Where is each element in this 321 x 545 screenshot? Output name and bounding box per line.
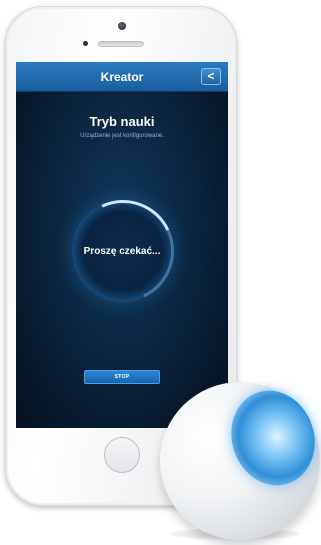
motion-sensor-device (160, 379, 321, 540)
sensor-lens (219, 379, 321, 497)
app-screen: Kreator < Tryb nauki Urządzenie jest kon… (16, 62, 228, 428)
proximity-sensor (83, 41, 88, 46)
wait-message: Proszę czekać... (83, 246, 161, 257)
navigation-bar: Kreator < (16, 62, 228, 92)
home-button[interactable] (104, 437, 140, 473)
back-button[interactable]: < (201, 68, 221, 85)
stop-button[interactable]: STOP (84, 370, 160, 384)
chevron-left-icon: < (207, 69, 215, 83)
earpiece-speaker (98, 41, 144, 47)
page-title: Tryb nauki (89, 114, 155, 129)
front-camera (118, 22, 126, 30)
nav-title: Kreator (100, 70, 144, 84)
status-subtitle: Urządzenie jest konfigurowane. (80, 133, 164, 139)
